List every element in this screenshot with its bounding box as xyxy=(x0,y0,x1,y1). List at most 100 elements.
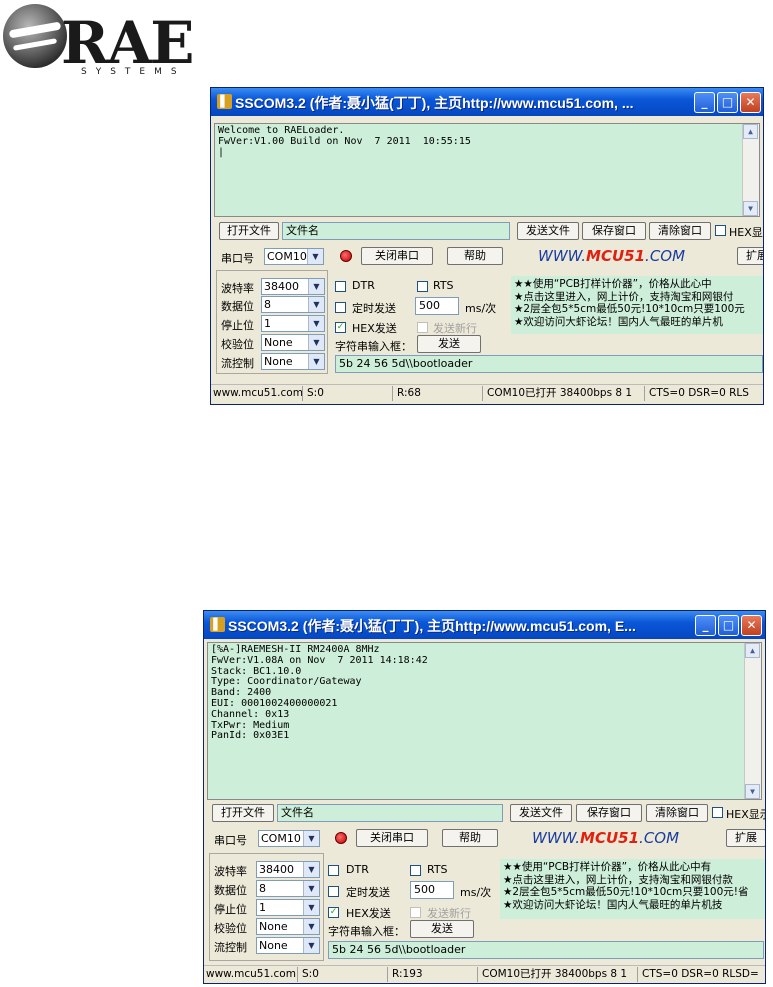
baud-label: 波特率 xyxy=(214,865,247,878)
save-window-button[interactable]: 保存窗口 xyxy=(582,222,646,240)
send-newline-checkbox[interactable] xyxy=(410,907,421,918)
string-input-field[interactable]: 5b 24 56 5d\\bootloader xyxy=(335,355,763,373)
send-file-button[interactable]: 发送文件 xyxy=(517,222,579,240)
title-bar[interactable]: ▌ SSCOM3.2 (作者:聂小猛(丁丁), 主页http://www.mcu… xyxy=(204,611,765,639)
baud-select[interactable]: 38400 ▼ xyxy=(256,861,320,878)
clear-window-button[interactable]: 清除窗口 xyxy=(649,222,711,240)
ad-line[interactable]: ★★使用“PCB打样计价器”，价格从此心中有 xyxy=(503,861,762,874)
scroll-down-icon[interactable]: ▼ xyxy=(745,784,760,799)
send-file-button[interactable]: 发送文件 xyxy=(510,804,572,822)
hex-send-checkbox[interactable]: ✓ xyxy=(335,322,346,333)
send-button[interactable]: 发送 xyxy=(410,920,474,938)
chevron-down-icon[interactable]: ▼ xyxy=(303,900,319,915)
chevron-down-icon[interactable]: ▼ xyxy=(308,279,324,294)
open-file-button[interactable]: 打开文件 xyxy=(219,222,279,240)
flow-select[interactable]: None ▼ xyxy=(256,937,320,954)
chevron-down-icon[interactable]: ▼ xyxy=(308,316,324,331)
minimize-icon[interactable]: _ xyxy=(695,615,716,636)
send-newline-checkbox[interactable] xyxy=(417,322,428,333)
chevron-down-icon[interactable]: ▼ xyxy=(308,354,324,369)
ad-panel[interactable]: ★★使用“PCB打样计价器”，价格从此心中有 ★点击这里进入，网上计价，支持淘宝… xyxy=(500,859,765,919)
databits-select[interactable]: 8 ▼ xyxy=(261,296,325,313)
rts-checkbox[interactable] xyxy=(410,865,421,876)
chevron-down-icon[interactable]: ▼ xyxy=(308,297,324,312)
timed-send-checkbox[interactable] xyxy=(335,302,346,313)
hex-display-checkbox[interactable] xyxy=(712,807,723,818)
port-value: COM10 xyxy=(267,250,307,263)
ad-line[interactable]: ★欢迎访问大虾论坛！国内人气最旺的单片机 xyxy=(514,316,763,329)
close-port-button[interactable]: 关闭串口 xyxy=(356,829,428,847)
chevron-down-icon[interactable]: ▼ xyxy=(303,938,319,953)
flow-select[interactable]: None ▼ xyxy=(261,353,325,370)
brand-suffix: .COM xyxy=(645,247,686,265)
title-bar[interactable]: ▌ SSCOM3.2 (作者:聂小猛(丁丁), 主页http://www.mcu… xyxy=(211,88,763,116)
status-lines: CTS=0 DSR=0 RLS xyxy=(649,387,749,399)
send-button[interactable]: 发送 xyxy=(417,335,481,353)
databits-value: 8 xyxy=(264,298,271,311)
hex-display-checkbox[interactable] xyxy=(715,225,726,236)
mcu51-banner-link[interactable]: WWW.MCU51.COM xyxy=(538,247,685,265)
help-button[interactable]: 帮助 xyxy=(447,247,503,265)
port-value: COM10 xyxy=(261,832,301,845)
chevron-down-icon[interactable]: ▼ xyxy=(303,862,319,877)
maximize-icon[interactable]: □ xyxy=(717,92,738,113)
file-name-field[interactable]: 文件名 xyxy=(277,804,503,822)
expand-button[interactable]: 扩展 xyxy=(737,247,763,265)
scroll-down-icon[interactable]: ▼ xyxy=(743,201,758,216)
ad-line[interactable]: ★★使用“PCB打样计价器”，价格从此心中 xyxy=(514,278,763,291)
scroll-up-icon[interactable]: ▲ xyxy=(745,643,760,658)
chevron-down-icon[interactable]: ▼ xyxy=(303,881,319,896)
stopbits-value: 1 xyxy=(259,901,266,914)
flow-value: None xyxy=(259,939,288,952)
parity-select[interactable]: None ▼ xyxy=(256,918,320,935)
stopbits-select[interactable]: 1 ▼ xyxy=(261,315,325,332)
help-button[interactable]: 帮助 xyxy=(442,829,498,847)
baud-value: 38400 xyxy=(264,280,299,293)
parity-select[interactable]: None ▼ xyxy=(261,334,325,351)
vertical-scrollbar[interactable]: ▲ ▼ xyxy=(742,124,759,216)
chevron-down-icon[interactable]: ▼ xyxy=(308,335,324,350)
interval-field[interactable]: 500 xyxy=(410,881,454,899)
port-select[interactable]: COM10 ▼ xyxy=(264,248,324,265)
save-window-button[interactable]: 保存窗口 xyxy=(576,804,642,822)
expand-button[interactable]: 扩展 xyxy=(726,829,765,847)
scroll-up-icon[interactable]: ▲ xyxy=(743,124,758,139)
ad-line[interactable]: ★点击这里进入，网上计价，支持淘宝和网银付 xyxy=(514,291,763,304)
ad-line[interactable]: ★点击这里进入，网上计价，支持淘宝和网银付款 xyxy=(503,874,762,887)
ad-line[interactable]: ★欢迎访问大虾论坛！国内人气最旺的单片机技 xyxy=(503,899,762,912)
ad-line[interactable]: ★2层全包5*5cm最低50元!10*10cm只要100元 xyxy=(514,303,763,316)
ad-panel[interactable]: ★★使用“PCB打样计价器”，价格从此心中 ★点击这里进入，网上计价，支持淘宝和… xyxy=(511,276,763,334)
dtr-checkbox[interactable] xyxy=(328,865,339,876)
interval-field[interactable]: 500 xyxy=(415,297,459,315)
receive-line: FwVer:V1.08A on Nov 7 2011 14:18:42 xyxy=(211,654,428,666)
file-name-field[interactable]: 文件名 xyxy=(282,222,510,240)
clear-window-button[interactable]: 清除窗口 xyxy=(646,804,708,822)
mcu51-banner-link[interactable]: WWW.MCU51.COM xyxy=(532,829,679,847)
close-port-button[interactable]: 关闭串口 xyxy=(361,247,433,265)
open-file-button[interactable]: 打开文件 xyxy=(212,804,274,822)
maximize-icon[interactable]: □ xyxy=(718,615,739,636)
status-received: R:68 xyxy=(395,386,483,401)
close-icon[interactable]: ✕ xyxy=(740,92,761,113)
close-icon[interactable]: ✕ xyxy=(741,615,762,636)
string-input-field[interactable]: 5b 24 56 5d\\bootloader xyxy=(328,941,764,959)
baud-select[interactable]: 38400 ▼ xyxy=(261,278,325,295)
chevron-down-icon[interactable]: ▼ xyxy=(303,831,319,846)
parity-value: None xyxy=(259,920,288,933)
receive-area[interactable]: Welcome to RAELoader. FwVer:V1.00 Build … xyxy=(214,123,760,217)
dtr-checkbox[interactable] xyxy=(335,281,346,292)
vertical-scrollbar[interactable]: ▲ ▼ xyxy=(744,643,761,799)
hex-send-checkbox[interactable]: ✓ xyxy=(328,907,339,918)
ad-line[interactable]: ★2层全包5*5cm最低50元!10*10cm只要100元!省 xyxy=(503,886,762,899)
port-select[interactable]: COM10 ▼ xyxy=(258,830,320,847)
stopbits-select[interactable]: 1 ▼ xyxy=(256,899,320,916)
sscom-window-1: ▌ SSCOM3.2 (作者:聂小猛(丁丁), 主页http://www.mcu… xyxy=(210,87,764,405)
port-label: 串口号 xyxy=(221,252,254,265)
receive-area[interactable]: [%A-]RAEMESH-II RM2400A 8MHz FwVer:V1.08… xyxy=(207,642,762,800)
minimize-icon[interactable]: _ xyxy=(694,92,715,113)
timed-send-checkbox[interactable] xyxy=(328,886,339,897)
rts-checkbox[interactable] xyxy=(417,281,428,292)
databits-select[interactable]: 8 ▼ xyxy=(256,880,320,897)
chevron-down-icon[interactable]: ▼ xyxy=(303,919,319,934)
chevron-down-icon[interactable]: ▼ xyxy=(307,249,323,264)
